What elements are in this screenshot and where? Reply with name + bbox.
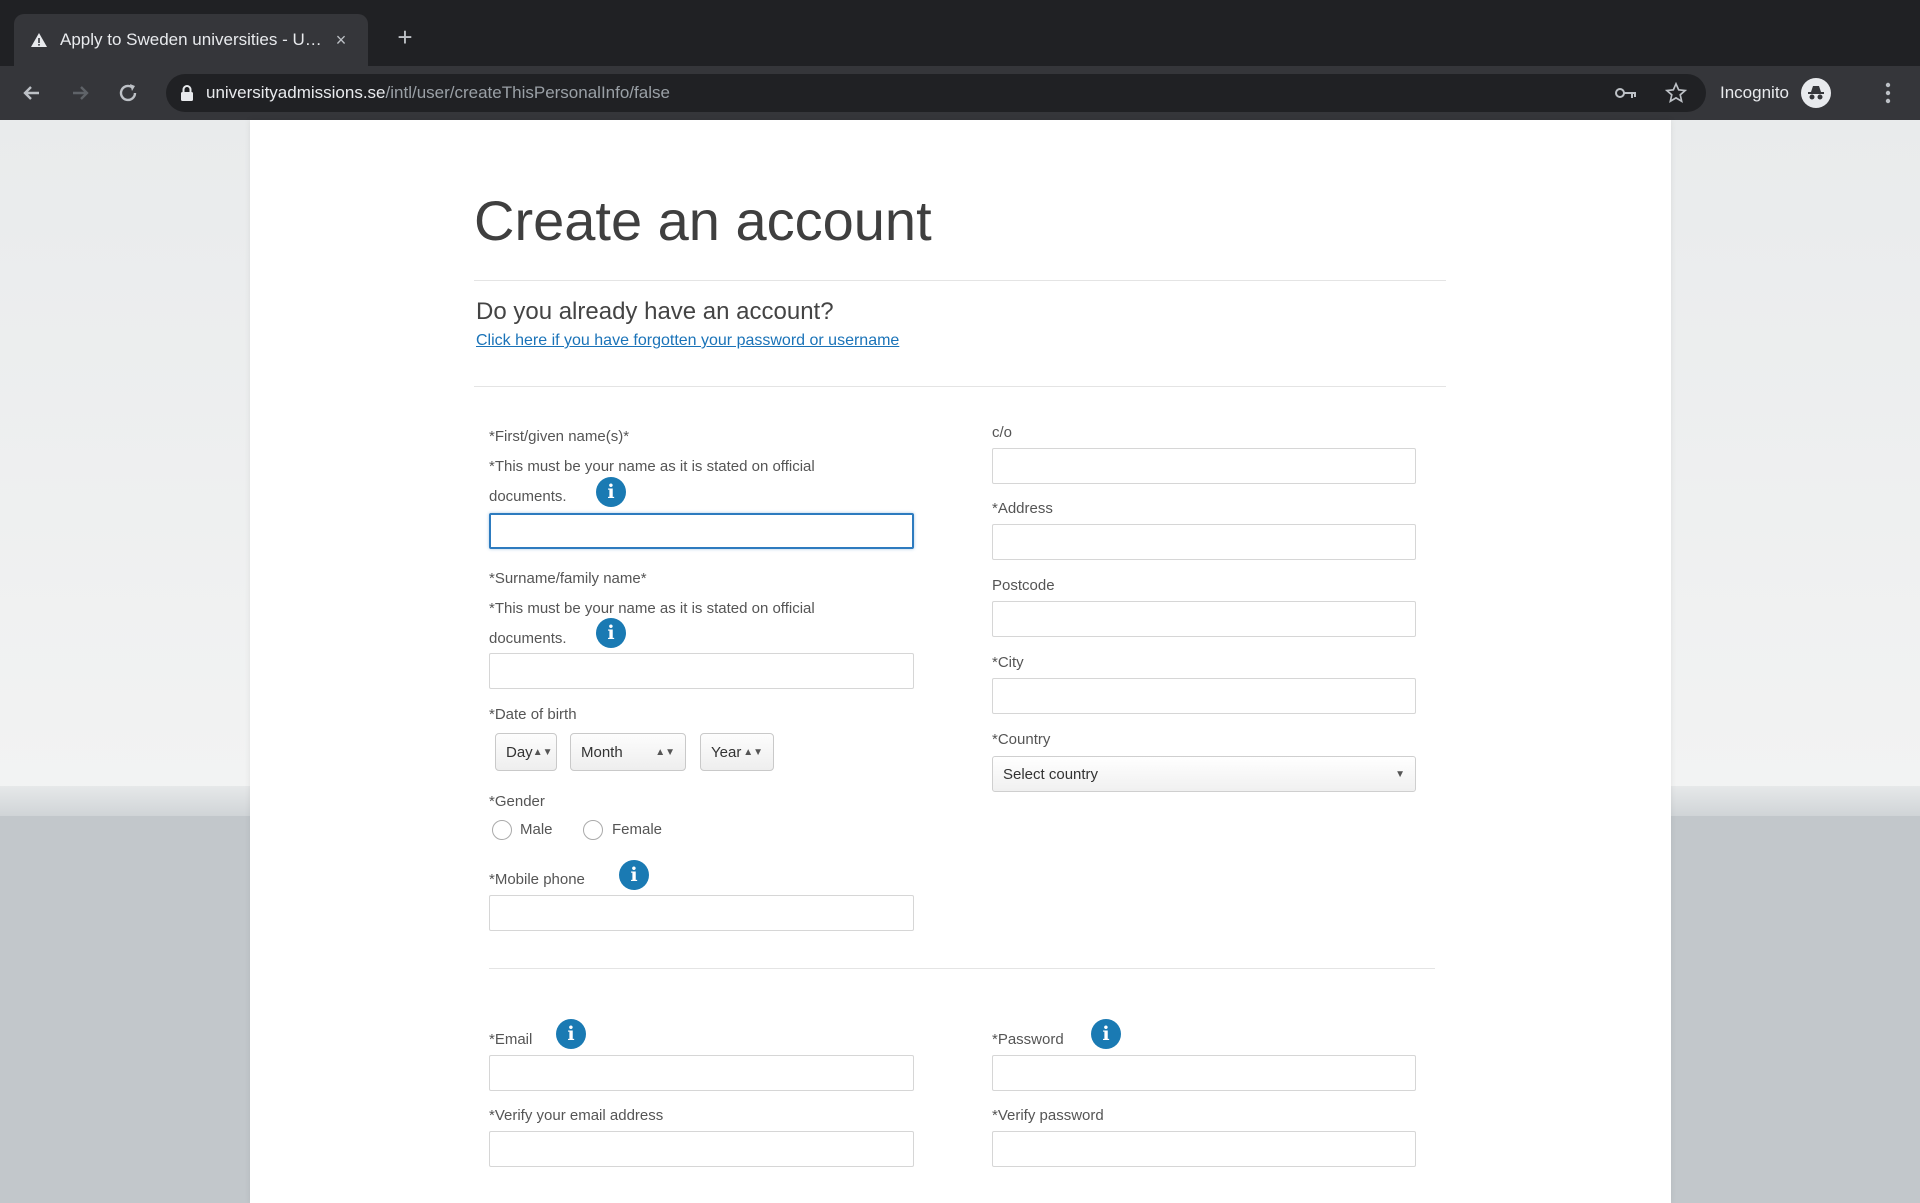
verify-email-input[interactable] <box>489 1131 914 1167</box>
mobile-phone-label: *Mobile phone <box>489 871 585 888</box>
select-arrows-icon: ▲▼ <box>743 746 763 758</box>
dob-month-value: Month <box>581 743 623 761</box>
dob-year-value: Year <box>711 743 742 761</box>
incognito-avatar-icon <box>1801 78 1831 108</box>
forgot-password-link[interactable]: Click here if you have forgotten your pa… <box>476 332 899 350</box>
chevron-down-icon: ▼ <box>1395 768 1405 780</box>
page-title: Create an account <box>474 189 932 252</box>
postcode-label: Postcode <box>992 577 1055 594</box>
country-select[interactable]: Select country ▼ <box>992 756 1416 792</box>
surname-note: *This must be your name as it is stated … <box>489 600 815 647</box>
tab-title: Apply to Sweden universities - Universit… <box>60 30 330 49</box>
dob-label: *Date of birth <box>489 706 577 723</box>
info-icon[interactable]: i <box>1091 1019 1121 1049</box>
email-input[interactable] <box>489 1055 914 1091</box>
incognito-profile[interactable]: Incognito <box>1720 75 1831 111</box>
address-bar[interactable]: universityadmissions.se /intl/user/creat… <box>166 74 1706 112</box>
postcode-input[interactable] <box>992 601 1416 637</box>
plus-icon[interactable]: + <box>390 22 420 52</box>
address-label: *Address <box>992 500 1053 517</box>
co-input[interactable] <box>992 448 1416 484</box>
info-icon[interactable]: i <box>556 1019 586 1049</box>
already-account-heading: Do you already have an account? <box>476 298 834 325</box>
back-arrow-icon[interactable] <box>14 75 50 111</box>
mobile-phone-input[interactable] <box>489 895 914 931</box>
dob-month-select[interactable]: Month ▲▼ <box>570 733 686 771</box>
gender-female-radio[interactable] <box>583 820 603 840</box>
surname-label: *Surname/family name* <box>489 570 647 587</box>
close-icon[interactable]: × <box>330 29 352 51</box>
gender-male-radio[interactable] <box>492 820 512 840</box>
verify-email-label: *Verify your email address <box>489 1107 664 1124</box>
browser-toolbar: universityadmissions.se /intl/user/creat… <box>0 66 1920 120</box>
info-icon[interactable]: i <box>619 860 649 890</box>
country-select-value: Select country <box>1003 765 1099 783</box>
first-name-label: *First/given name(s)* <box>489 428 630 445</box>
key-icon[interactable] <box>1608 75 1644 111</box>
incognito-label: Incognito <box>1720 83 1789 102</box>
account-divider <box>489 968 1435 969</box>
country-label: *Country <box>992 731 1051 748</box>
password-input[interactable] <box>992 1055 1416 1091</box>
select-arrows-icon: ▲▼ <box>532 746 553 758</box>
gender-label: *Gender <box>489 793 545 810</box>
reload-icon[interactable] <box>110 75 146 111</box>
dob-year-select[interactable]: Year ▲▼ <box>700 733 774 771</box>
city-input[interactable] <box>992 678 1416 714</box>
gender-female-label: Female <box>612 821 663 838</box>
browser-tab-bar: Apply to Sweden universities - Universit… <box>0 0 1920 66</box>
lock-icon <box>180 85 194 101</box>
star-icon[interactable] <box>1658 75 1694 111</box>
forward-arrow-icon[interactable] <box>62 75 98 111</box>
url-path: /intl/user/createThisPersonalInfo/false <box>385 83 670 102</box>
city-label: *City <box>992 654 1024 671</box>
verify-password-label: *Verify password <box>992 1107 1104 1124</box>
content-card <box>250 120 1671 1203</box>
first-name-input[interactable] <box>489 513 914 549</box>
info-icon[interactable]: i <box>596 477 626 507</box>
browser-tab[interactable]: Apply to Sweden universities - Universit… <box>14 14 368 66</box>
gender-male-label: Male <box>520 821 553 838</box>
password-label: *Password <box>992 1031 1064 1048</box>
dob-day-select[interactable]: Day ▲▼ <box>495 733 557 771</box>
select-arrows-icon: ▲▼ <box>655 746 675 758</box>
title-divider <box>474 280 1446 281</box>
section-divider <box>474 386 1446 387</box>
address-input[interactable] <box>992 524 1416 560</box>
kebab-menu-icon[interactable] <box>1870 75 1906 111</box>
verify-password-input[interactable] <box>992 1131 1416 1167</box>
co-label: c/o <box>992 424 1013 441</box>
email-label: *Email <box>489 1031 533 1048</box>
url-domain: universityadmissions.se <box>206 83 386 102</box>
warning-favicon-icon <box>30 31 48 49</box>
first-name-note: *This must be your name as it is stated … <box>489 458 815 505</box>
info-icon[interactable]: i <box>596 618 626 648</box>
dob-day-value: Day <box>506 743 533 761</box>
surname-input[interactable] <box>489 653 914 689</box>
